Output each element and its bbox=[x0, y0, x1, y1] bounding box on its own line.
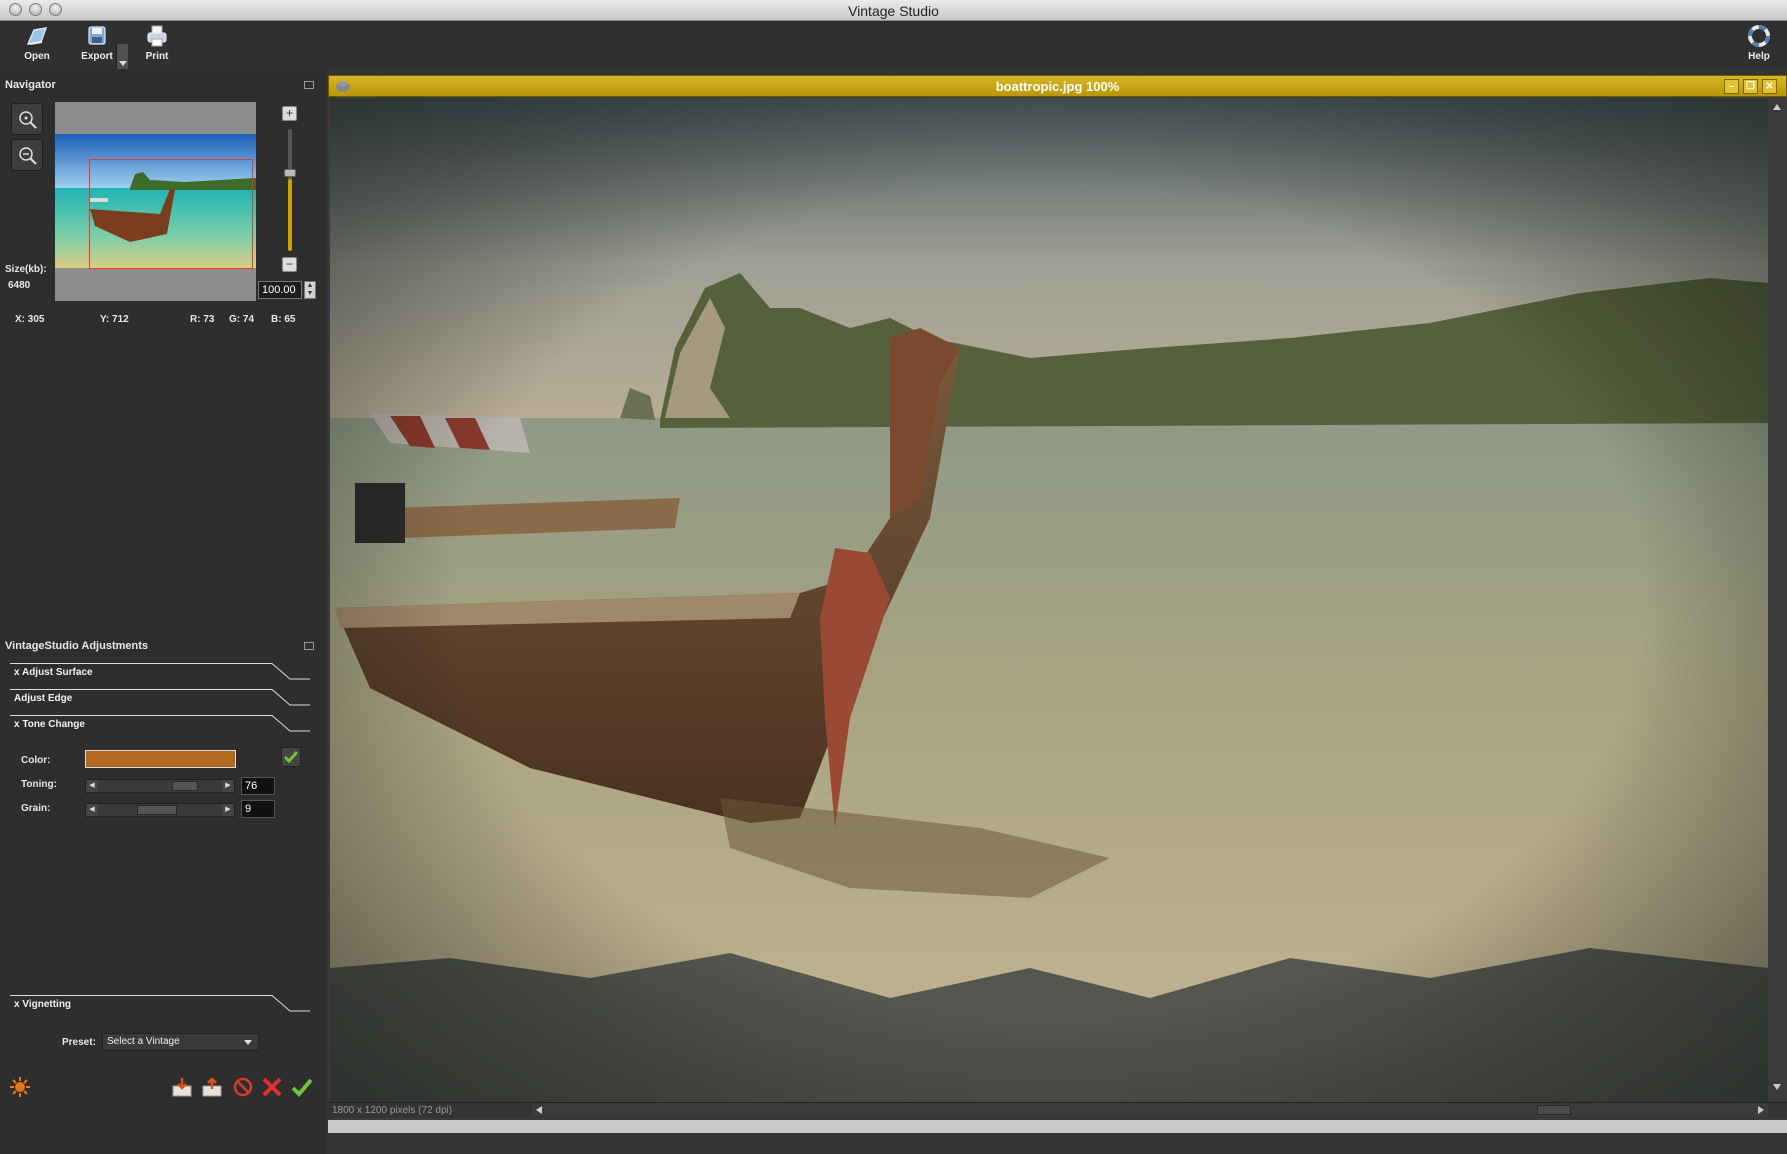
minimize-icon[interactable]: – bbox=[1724, 79, 1739, 94]
section-label: x Vignetting bbox=[14, 999, 72, 1010]
sun-icon[interactable] bbox=[9, 1076, 31, 1098]
chevron-down-icon bbox=[244, 1040, 252, 1045]
help-label: Help bbox=[1748, 51, 1770, 62]
zoom-fit-icon bbox=[19, 111, 37, 129]
zoom-fit-button[interactable] bbox=[11, 103, 43, 135]
image-window-titlebar[interactable]: boattropic.jpg 100% – ❐ ✕ bbox=[328, 75, 1787, 97]
color-swatch[interactable] bbox=[85, 750, 236, 768]
left-panel: Navigator Size(kb): 6480 + − 100.00 ▲ ▼ … bbox=[0, 69, 326, 1154]
horizontal-scroll-thumb[interactable] bbox=[1537, 1105, 1571, 1115]
section-adjust-edge[interactable]: Adjust Edge bbox=[10, 689, 310, 715]
navigator-title: Navigator bbox=[5, 79, 56, 91]
color-label: Color: bbox=[21, 755, 51, 766]
bottom-strip bbox=[328, 1120, 1787, 1133]
pixel-red: R: 73 bbox=[190, 314, 215, 325]
navigator-viewport-rect[interactable] bbox=[89, 159, 253, 269]
help-button[interactable]: Help bbox=[1732, 24, 1786, 66]
chevron-left-icon[interactable]: ◀ bbox=[86, 780, 98, 792]
image-window: boattropic.jpg 100% – ❐ ✕ 1800 x 1200 pi… bbox=[328, 75, 1787, 1132]
open-label: Open bbox=[24, 51, 50, 62]
open-button[interactable]: Open bbox=[10, 24, 64, 66]
open-icon bbox=[26, 27, 48, 45]
toning-slider[interactable]: ◀ ▶ bbox=[85, 779, 235, 793]
zoom-out-small-button[interactable]: − bbox=[282, 257, 297, 272]
restore-icon[interactable]: ❐ bbox=[1743, 79, 1758, 94]
window-title: Vintage Studio bbox=[848, 3, 939, 19]
apply-icon[interactable] bbox=[291, 1076, 313, 1098]
image-canvas[interactable] bbox=[330, 98, 1768, 1102]
section-label: Adjust Edge bbox=[14, 693, 73, 704]
load-preset-icon[interactable] bbox=[171, 1076, 193, 1098]
close-icon[interactable]: ✕ bbox=[1762, 79, 1777, 94]
chevron-left-icon[interactable] bbox=[536, 1106, 542, 1114]
check-icon bbox=[283, 751, 299, 764]
chevron-right-icon[interactable]: ▶ bbox=[222, 804, 234, 816]
section-adjust-surface[interactable]: x Adjust Surface bbox=[10, 663, 310, 689]
zoom-slider-fill bbox=[288, 179, 292, 251]
save-preset-icon[interactable] bbox=[201, 1076, 223, 1098]
zoom-slider-handle[interactable] bbox=[284, 169, 296, 177]
zoom-out-button[interactable] bbox=[11, 139, 43, 171]
toolbar: Open Export Print Help bbox=[0, 21, 1787, 88]
zoom-value-field[interactable]: 100.00 bbox=[258, 281, 302, 299]
toning-value-field[interactable]: 76 bbox=[241, 777, 275, 795]
coord-x: X: 305 bbox=[15, 314, 45, 325]
grain-value-field[interactable]: 9 bbox=[241, 800, 275, 818]
image-window-title: boattropic.jpg 100% bbox=[995, 79, 1120, 94]
zoom-stepper[interactable]: ▲ ▼ bbox=[304, 281, 316, 299]
vertical-scrollbar[interactable] bbox=[1769, 98, 1787, 1102]
chevron-left-icon[interactable]: ◀ bbox=[86, 804, 98, 816]
export-icon bbox=[88, 26, 106, 45]
pixel-green: G: 74 bbox=[229, 314, 255, 325]
coord-y: Y: 712 bbox=[100, 314, 129, 325]
print-label: Print bbox=[145, 51, 169, 62]
print-button[interactable]: Print bbox=[130, 24, 184, 66]
adjustments-detach-icon[interactable] bbox=[304, 642, 314, 650]
grain-label: Grain: bbox=[21, 803, 51, 814]
toning-slider-handle[interactable] bbox=[172, 781, 198, 791]
chevron-right-icon[interactable] bbox=[1758, 1106, 1764, 1114]
adjustments-title: VintageStudio Adjustments bbox=[5, 640, 149, 652]
section-tone-change[interactable]: x Tone Change bbox=[10, 715, 310, 741]
help-icon bbox=[1748, 25, 1770, 47]
section-label: x Tone Change bbox=[14, 719, 85, 730]
title-bar: Vintage Studio bbox=[0, 0, 1787, 21]
grain-slider-handle[interactable] bbox=[137, 805, 177, 815]
reset-icon[interactable] bbox=[232, 1076, 254, 1098]
zoom-out-icon bbox=[19, 147, 37, 165]
print-icon bbox=[147, 25, 167, 47]
chevron-up-icon[interactable] bbox=[1773, 104, 1781, 110]
section-label: x Adjust Surface bbox=[14, 667, 93, 678]
image-dimensions: 1800 x 1200 pixels (72 dpi) bbox=[332, 1105, 453, 1116]
size-label: Size(kb): bbox=[5, 264, 47, 275]
photo-boat-vintage bbox=[330, 98, 1768, 1102]
toning-label: Toning: bbox=[21, 779, 57, 790]
grain-slider[interactable]: ◀ ▶ bbox=[85, 803, 235, 817]
chevron-down-icon bbox=[119, 61, 127, 66]
cancel-icon[interactable] bbox=[261, 1076, 283, 1098]
preset-label: Preset: bbox=[62, 1037, 96, 1048]
zoom-in-button[interactable]: + bbox=[282, 106, 297, 121]
preset-select[interactable]: Select a Vintage bbox=[102, 1033, 259, 1051]
horizontal-scrollbar[interactable] bbox=[532, 1103, 1768, 1117]
section-vignetting[interactable]: x Vignetting bbox=[10, 995, 310, 1021]
app-window: Vintage Studio Open Export Print Help Na… bbox=[0, 0, 1787, 1154]
pixel-blue: B: 65 bbox=[271, 314, 296, 325]
color-enable-toggle[interactable] bbox=[281, 747, 301, 767]
chevron-right-icon[interactable]: ▶ bbox=[222, 780, 234, 792]
size-value: 6480 bbox=[8, 280, 31, 291]
preset-select-value: Select a Vintage bbox=[107, 1036, 180, 1047]
chevron-down-icon[interactable] bbox=[1773, 1084, 1781, 1090]
navigator-detach-icon[interactable] bbox=[304, 81, 314, 89]
